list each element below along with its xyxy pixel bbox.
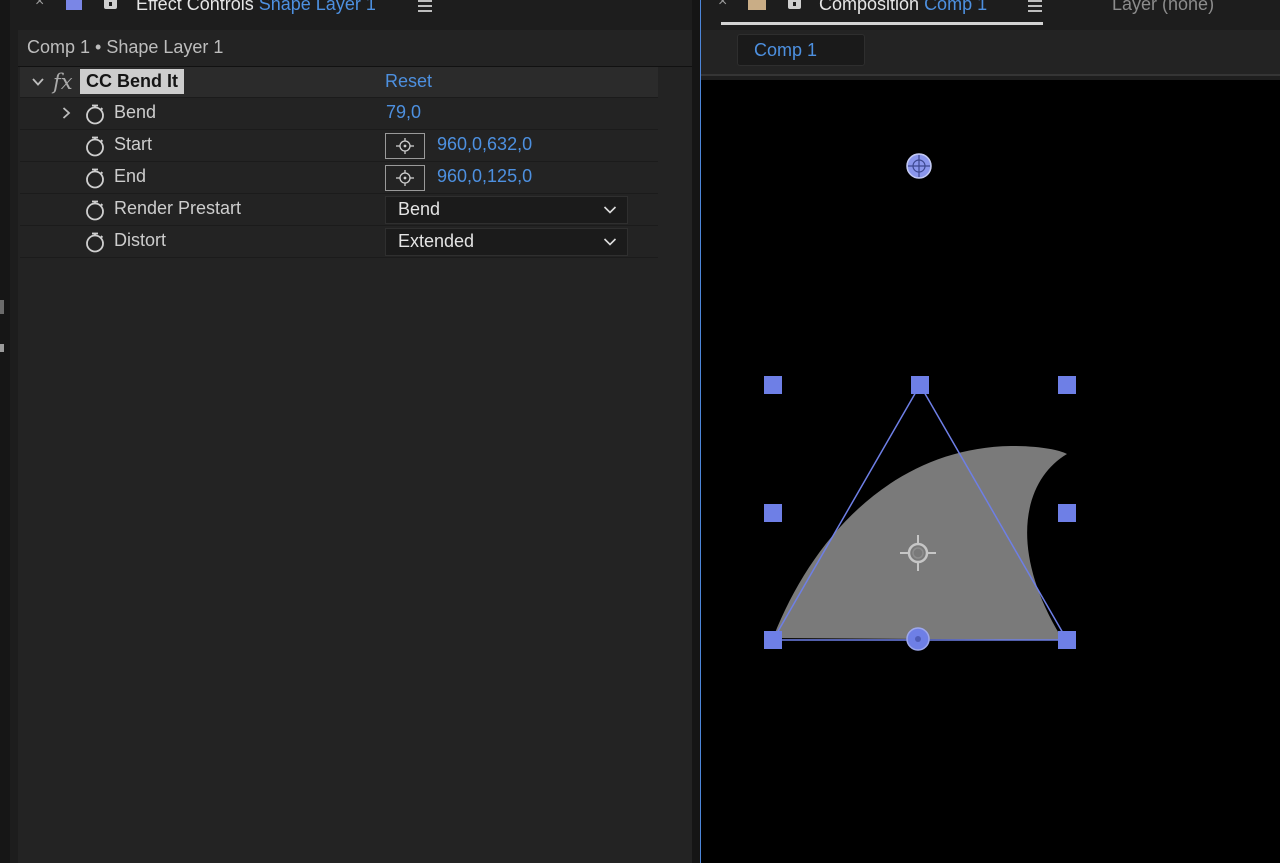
close-icon[interactable]: × — [35, 0, 44, 11]
property-row-bend: Bend 79,0 — [20, 98, 658, 130]
end-value[interactable]: 960,0,125,0 — [437, 166, 532, 187]
chevron-down-icon — [603, 238, 617, 246]
tab-comp-name: Comp 1 — [924, 0, 988, 14]
effect-controls-tab[interactable]: × Effect Controls Shape Layer 1 — [18, 0, 692, 30]
property-name: Distort — [114, 230, 167, 250]
reset-button[interactable]: Reset — [385, 71, 432, 92]
composition-viewer[interactable] — [701, 80, 1280, 863]
chevron-down-icon[interactable] — [30, 74, 46, 90]
composition-panel: × Composition Comp 1 Layer (none) Comp 1 — [700, 0, 1280, 863]
layer-panel-tab[interactable]: Layer (none) — [1112, 0, 1214, 15]
transform-handle[interactable] — [911, 376, 929, 394]
lock-icon[interactable] — [104, 0, 117, 9]
left-edge-strip — [0, 0, 10, 863]
tab-title: Composition Comp 1 — [819, 0, 987, 15]
effect-header-row: fx CC Bend It Reset — [20, 67, 658, 98]
breadcrumb: Comp 1 • Shape Layer 1 — [27, 37, 224, 57]
property-name: End — [114, 166, 147, 186]
lock-icon[interactable] — [788, 0, 801, 9]
chevron-down-icon — [603, 206, 617, 214]
point-picker-button[interactable] — [385, 133, 425, 159]
transform-handle[interactable] — [764, 631, 782, 649]
transform-handle[interactable] — [1058, 631, 1076, 649]
end-point-control[interactable] — [906, 153, 932, 179]
chevron-right-icon[interactable] — [58, 105, 74, 121]
stopwatch-icon[interactable] — [84, 103, 106, 125]
bend-value[interactable]: 79,0 — [386, 102, 421, 123]
property-name: Bend — [114, 102, 157, 122]
start-value[interactable]: 960,0,632,0 — [437, 134, 532, 155]
close-icon[interactable]: × — [718, 0, 727, 11]
stopwatch-icon[interactable] — [84, 199, 106, 221]
render-prestart-dropdown[interactable]: Bend — [385, 196, 628, 224]
stopwatch-icon[interactable] — [84, 135, 106, 157]
panel-menu-icon[interactable] — [418, 0, 432, 12]
comp-label-color — [748, 0, 766, 10]
distort-dropdown[interactable]: Extended — [385, 228, 628, 256]
composition-navigator: Comp 1 — [701, 30, 1280, 76]
fx-icon[interactable]: fx — [53, 70, 73, 94]
composition-tab[interactable]: × Composition Comp 1 Layer (none) — [701, 0, 1280, 30]
tab-title: Effect Controls Shape Layer 1 — [136, 0, 376, 15]
tab-layer-name: Shape Layer 1 — [258, 0, 376, 14]
point-picker-button[interactable] — [385, 165, 425, 191]
edge-marker — [0, 344, 4, 352]
property-name: Render Prestart — [114, 198, 242, 218]
effect-controls-panel: × Effect Controls Shape Layer 1 Comp 1 •… — [18, 0, 692, 863]
panel-divider[interactable] — [692, 0, 700, 863]
panel-menu-icon[interactable] — [1028, 0, 1042, 12]
property-row-render-prestart: Render Prestart Bend — [20, 194, 658, 226]
stopwatch-icon[interactable] — [84, 231, 106, 253]
dropdown-value: Extended — [398, 231, 475, 251]
comp-breadcrumb[interactable]: Comp 1 — [737, 34, 865, 66]
effect-name[interactable]: CC Bend It — [80, 69, 184, 94]
edge-marker — [0, 300, 4, 314]
transform-handle[interactable] — [764, 376, 782, 394]
stopwatch-icon[interactable] — [84, 167, 106, 189]
property-row-start: Start 960,0,632,0 — [20, 130, 658, 162]
transform-handle[interactable] — [1058, 376, 1076, 394]
start-point-control[interactable] — [906, 627, 930, 651]
dropdown-value: Bend — [398, 199, 441, 219]
layer-label-color — [66, 0, 82, 10]
property-row-end: End 960,0,125,0 — [20, 162, 658, 194]
transform-handle[interactable] — [764, 504, 782, 522]
active-tab-indicator — [721, 22, 1043, 25]
transform-handle[interactable] — [1058, 504, 1076, 522]
property-name: Start — [114, 134, 153, 154]
property-row-distort: Distort Extended — [20, 226, 658, 258]
